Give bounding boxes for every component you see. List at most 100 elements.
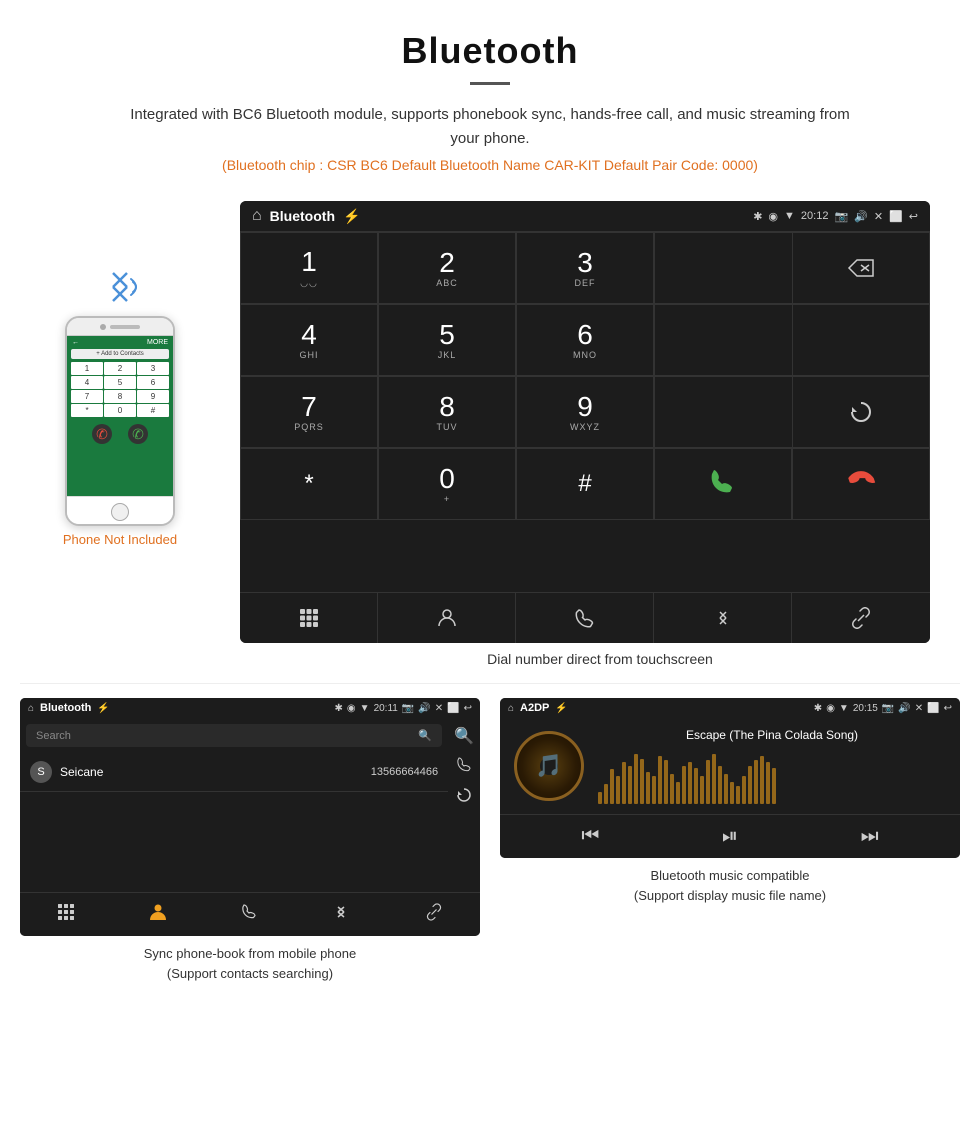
pb-contact-row[interactable]: S Seicane 13566664466 (20, 753, 448, 792)
next-track-button[interactable]: ⏭ (861, 825, 879, 848)
pb-back-icon[interactable]: ↩ (464, 703, 472, 714)
bluetooth-signal-icon (95, 261, 145, 311)
bluetooth-music-icon: 🎵 (535, 753, 562, 779)
music-bar-item (682, 766, 686, 804)
music-controls: ⏮ ⏯ ⏭ (500, 814, 960, 858)
close-icon[interactable]: ✕ (874, 210, 883, 223)
key-7[interactable]: 7PQRS (240, 376, 378, 448)
music-bar-item (724, 774, 728, 804)
header-divider (470, 82, 510, 85)
pb-search-bar[interactable]: Search 🔍 (26, 724, 442, 747)
music-usb-icon: ⚡ (555, 703, 567, 714)
play-pause-button[interactable]: ⏯ (722, 825, 738, 848)
music-close-icon[interactable]: ✕ (915, 703, 923, 714)
pb-window-icon[interactable]: ⬜ (447, 703, 459, 714)
pb-contact-number: 13566664466 (371, 766, 438, 778)
usb-icon: ⚡ (343, 208, 360, 225)
music-bar-item (604, 784, 608, 804)
key-3[interactable]: 3DEF (516, 232, 654, 304)
music-bar-item (742, 776, 746, 804)
music-bar-item (646, 772, 650, 804)
pb-search-side-icon[interactable]: 🔍 (454, 726, 474, 746)
music-bar-item (718, 766, 722, 804)
phone-dialpad: 1 2 3 4 5 6 7 8 9 * 0 # (67, 361, 173, 418)
pb-bt-bottom-icon[interactable] (333, 903, 351, 926)
home-icon[interactable]: ⌂ (252, 207, 262, 225)
music-bar-item (694, 768, 698, 804)
pb-call-side-icon[interactable] (454, 756, 474, 777)
pb-home-icon[interactable]: ⌂ (28, 703, 34, 714)
phone-screen: ← MORE + Add to Contacts 1 2 3 4 5 6 7 8… (67, 336, 173, 496)
pb-screen-title: Bluetooth (40, 702, 91, 714)
music-time: 20:15 (853, 703, 878, 714)
music-status-bar: ⌂ A2DP ⚡ ✱ ◉ ▼ 20:15 📷 🔊 ✕ ⬜ ↩ (500, 698, 960, 718)
music-screen-title: A2DP (520, 702, 549, 714)
music-volume-icon[interactable]: 🔊 (898, 703, 910, 714)
phone-camera (100, 324, 106, 330)
music-bar-item (598, 792, 602, 804)
section-divider (20, 683, 960, 684)
pb-link-bottom-icon[interactable] (425, 903, 443, 926)
music-bar-item (670, 774, 674, 804)
pb-usb-icon: ⚡ (97, 703, 109, 714)
music-window-icon[interactable]: ⬜ (927, 703, 939, 714)
music-bar-item (688, 762, 692, 804)
dialpad-icon[interactable] (240, 593, 378, 643)
key-0[interactable]: 0+ (378, 448, 516, 520)
contacts-icon[interactable] (378, 593, 516, 643)
music-screen: ⌂ A2DP ⚡ ✱ ◉ ▼ 20:15 📷 🔊 ✕ ⬜ ↩ (500, 698, 960, 858)
music-bar-item (640, 759, 644, 804)
music-camera-icon[interactable]: 📷 (882, 703, 894, 714)
bottom-screenshots: ⌂ Bluetooth ⚡ ✱ ◉ ▼ 20:11 📷 🔊 ✕ ⬜ ↩ (0, 698, 980, 1003)
link-icon[interactable] (792, 593, 930, 643)
pb-camera-icon[interactable]: 📷 (402, 703, 414, 714)
music-back-icon[interactable]: ↩ (944, 703, 952, 714)
pb-volume-icon[interactable]: 🔊 (418, 703, 430, 714)
window-icon[interactable]: ⬜ (889, 210, 903, 223)
key-2[interactable]: 2ABC (378, 232, 516, 304)
call-red-key[interactable] (792, 448, 930, 520)
back-icon[interactable]: ↩ (909, 210, 918, 223)
phone-icon[interactable] (516, 593, 654, 643)
backspace-key[interactable] (792, 232, 930, 304)
key-5[interactable]: 5JKL (378, 304, 516, 376)
music-bar-item (676, 782, 680, 804)
music-bar-item (634, 754, 638, 804)
camera-icon[interactable]: 📷 (834, 210, 848, 223)
empty-3 (654, 376, 792, 448)
pb-status-bar: ⌂ Bluetooth ⚡ ✱ ◉ ▼ 20:11 📷 🔊 ✕ ⬜ ↩ (20, 698, 480, 718)
key-9[interactable]: 9WXYZ (516, 376, 654, 448)
phone-section: ← MORE + Add to Contacts 1 2 3 4 5 6 7 8… (20, 201, 220, 547)
pb-phone-bottom-icon[interactable] (241, 903, 259, 926)
key-6[interactable]: 6MNO (516, 304, 654, 376)
music-bar-item (700, 776, 704, 804)
key-1[interactable]: 1◡◡ (240, 232, 378, 304)
call-green-key[interactable] (654, 448, 792, 520)
volume-icon[interactable]: 🔊 (854, 210, 868, 223)
pb-refresh-side-icon[interactable] (454, 787, 474, 808)
key-hash[interactable]: # (516, 448, 654, 520)
phone-add-contacts: + Add to Contacts (71, 349, 169, 359)
prev-track-button[interactable]: ⏮ (581, 825, 599, 848)
music-bar-item (712, 754, 716, 804)
pb-close-icon[interactable]: ✕ (435, 703, 443, 714)
pb-empty-area (20, 792, 448, 892)
location-icon: ◉ (768, 210, 778, 223)
key-4[interactable]: 4GHI (240, 304, 378, 376)
phonebook-screen: ⌂ Bluetooth ⚡ ✱ ◉ ▼ 20:11 📷 🔊 ✕ ⬜ ↩ (20, 698, 480, 936)
key-8[interactable]: 8TUV (378, 376, 516, 448)
music-home-icon[interactable]: ⌂ (508, 703, 514, 714)
key-star[interactable]: * (240, 448, 378, 520)
phone-end-call: ✆ (92, 424, 112, 444)
music-bar-item (730, 782, 734, 804)
music-signal-icon: ▼ (839, 703, 849, 714)
bluetooth-icon[interactable] (654, 593, 792, 643)
empty-1 (654, 304, 792, 376)
dial-screen-wrap: ⌂ Bluetooth ⚡ ✱ ◉ ▼ 20:12 📷 🔊 ✕ ⬜ ↩ (240, 201, 960, 683)
pb-dialpad-icon[interactable] (57, 903, 75, 926)
music-bar-item (748, 766, 752, 804)
dial-screen-title: Bluetooth (270, 208, 335, 224)
album-art: 🎵 (514, 731, 584, 801)
pb-person-icon[interactable] (149, 903, 167, 926)
redial-key[interactable] (792, 376, 930, 448)
